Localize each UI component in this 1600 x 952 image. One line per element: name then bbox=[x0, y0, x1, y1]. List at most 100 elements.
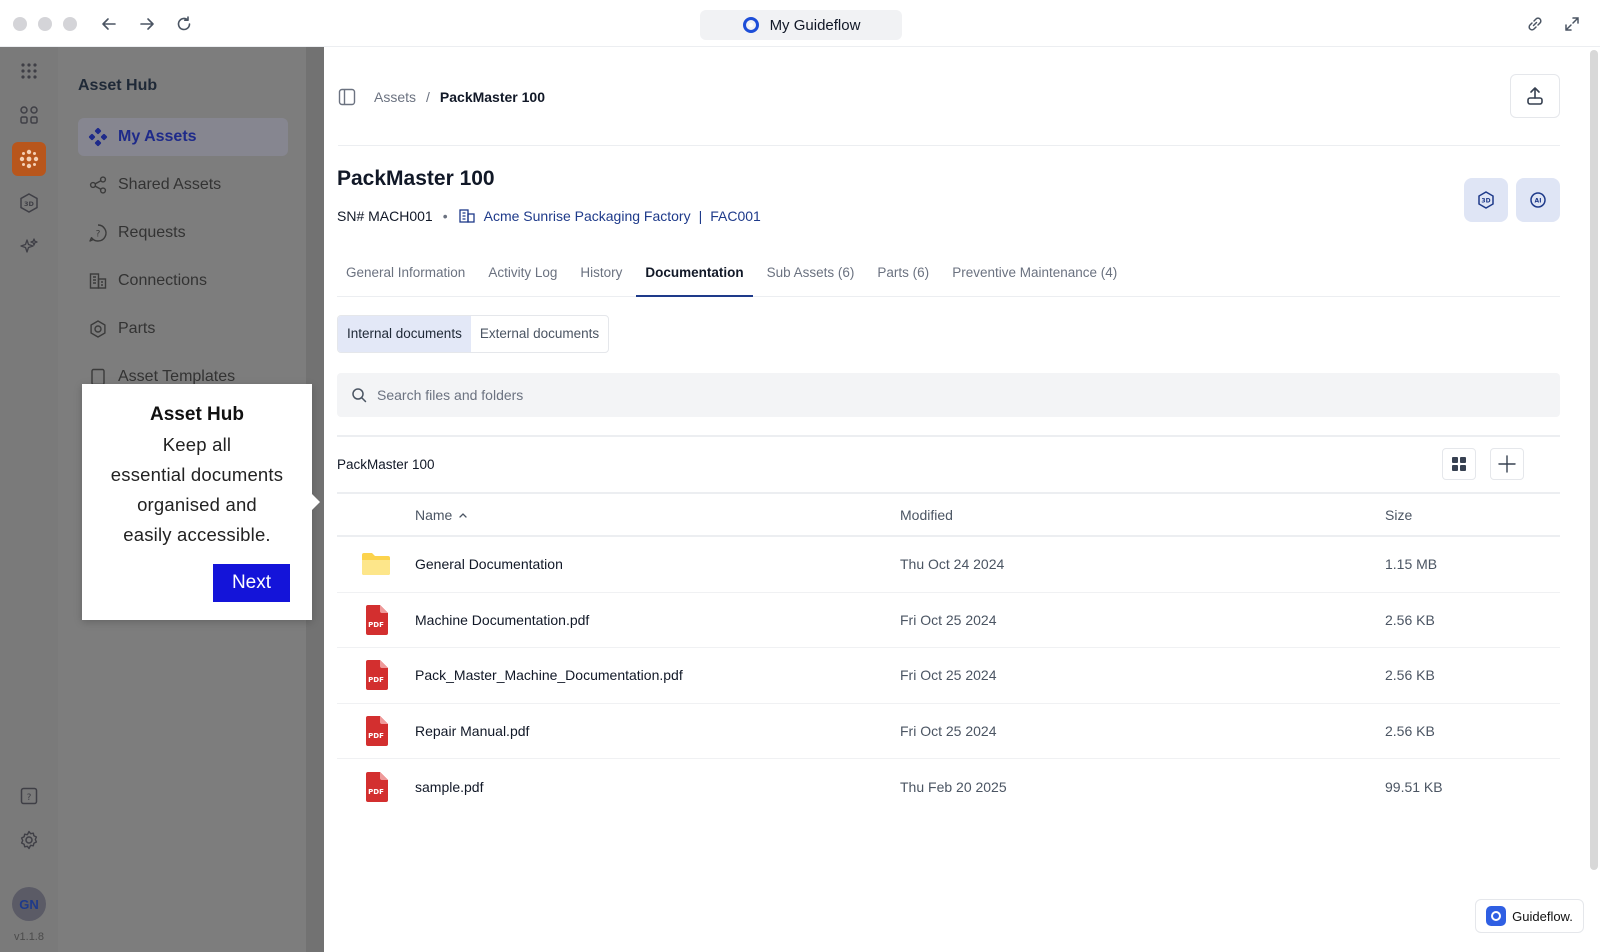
sidebar-item-connections[interactable]: Connections bbox=[78, 262, 288, 300]
tab-sub-assets[interactable]: Sub Assets (6) bbox=[758, 257, 864, 297]
guideflow-badge[interactable]: Guideflow. bbox=[1475, 899, 1584, 933]
svg-text:PDF: PDF bbox=[368, 621, 384, 629]
onboarding-tooltip: Asset Hub Keep all essential documents o… bbox=[82, 384, 320, 620]
tooltip-line: organised and bbox=[137, 494, 257, 515]
external-documents-button[interactable]: External documents bbox=[471, 316, 608, 352]
sidebar-item-my-assets[interactable]: My Assets bbox=[78, 118, 288, 156]
svg-text:PDF: PDF bbox=[368, 732, 384, 740]
file-size: 2.56 KB bbox=[1385, 611, 1435, 628]
address-bar[interactable]: My Guideflow bbox=[700, 10, 902, 40]
tab-activity-log[interactable]: Activity Log bbox=[479, 257, 566, 297]
grid-view-button[interactable] bbox=[1442, 448, 1476, 480]
tab-general-information[interactable]: General Information bbox=[337, 257, 474, 297]
upload-button[interactable] bbox=[1510, 74, 1560, 118]
tab-preventive-maintenance[interactable]: Preventive Maintenance (4) bbox=[943, 257, 1126, 297]
3d-viewer-icon[interactable]: 3D bbox=[12, 186, 46, 220]
table-row[interactable]: General Documentation Thu Oct 24 2024 1.… bbox=[337, 537, 1560, 593]
tooltip-title: Asset Hub bbox=[150, 404, 244, 425]
breadcrumb-assets-link[interactable]: Assets bbox=[374, 89, 416, 105]
name-column-header[interactable]: Name bbox=[415, 507, 900, 523]
toggle-sidebar-icon[interactable] bbox=[338, 88, 356, 106]
modified-column-header[interactable]: Modified bbox=[900, 507, 1385, 523]
current-folder-label: PackMaster 100 bbox=[337, 457, 435, 472]
sidebar-item-label: Connections bbox=[118, 272, 207, 289]
search-bar bbox=[337, 373, 1560, 417]
help-icon[interactable]: ? bbox=[12, 779, 46, 813]
file-modified: Fri Oct 25 2024 bbox=[900, 722, 997, 739]
folder-icon bbox=[362, 553, 390, 576]
guideflow-badge-label: Guideflow. bbox=[1512, 908, 1573, 924]
table-row[interactable]: PDF Pack_Master_Machine_Documentation.pd… bbox=[337, 648, 1560, 704]
next-button[interactable]: Next bbox=[213, 564, 290, 602]
tooltip-line: Keep all bbox=[162, 434, 232, 455]
svg-text:?: ? bbox=[96, 230, 101, 240]
size-column-header[interactable]: Size bbox=[1385, 507, 1560, 523]
search-input[interactable] bbox=[377, 387, 1477, 403]
file-name: Repair Manual.pdf bbox=[415, 722, 530, 739]
sidebar-item-shared-assets[interactable]: Shared Assets bbox=[78, 166, 288, 204]
tooltip-body: Keep all essential documents organised a… bbox=[100, 430, 294, 550]
window-minimize-dot[interactable] bbox=[38, 17, 52, 31]
location-link[interactable]: Acme Sunrise Packaging Factory | FAC001 bbox=[458, 207, 761, 225]
settings-icon[interactable] bbox=[12, 823, 46, 857]
asset-hub-icon[interactable] bbox=[12, 142, 46, 176]
sidebar-item-requests[interactable]: ? Requests bbox=[78, 214, 288, 252]
3d-icon: 3D bbox=[1478, 191, 1494, 209]
asset-tabs: General Information Activity Log History… bbox=[337, 257, 1560, 297]
guideflow-logo-icon bbox=[742, 17, 759, 33]
svg-text:PDF: PDF bbox=[368, 676, 384, 684]
share-icon bbox=[88, 175, 108, 195]
app-window: My Guideflow 3D ? GN v1.1.8 Asset Hub My… bbox=[0, 0, 1600, 952]
building-icon bbox=[88, 271, 108, 291]
sparkles-icon[interactable] bbox=[12, 230, 46, 264]
location-code: FAC001 bbox=[710, 208, 761, 224]
sidebar-item-label: Shared Assets bbox=[118, 176, 222, 193]
apps-grid-icon[interactable] bbox=[12, 54, 46, 88]
document-type-toggle: Internal documents External documents bbox=[337, 315, 610, 353]
reload-icon[interactable] bbox=[172, 12, 196, 36]
expand-icon[interactable] bbox=[1560, 12, 1584, 36]
table-row[interactable]: PDF Machine Documentation.pdf Fri Oct 25… bbox=[337, 593, 1560, 648]
3d-model-button[interactable]: 3D bbox=[1464, 178, 1508, 222]
add-button[interactable] bbox=[1490, 448, 1524, 480]
breadcrumb-separator: / bbox=[426, 89, 430, 105]
file-name: sample.pdf bbox=[415, 778, 484, 795]
breadcrumb-current: PackMaster 100 bbox=[439, 89, 545, 105]
ai-icon: AI bbox=[1530, 192, 1546, 208]
tab-parts[interactable]: Parts (6) bbox=[868, 257, 938, 297]
search-divider bbox=[337, 435, 1560, 437]
window-maximize-dot[interactable] bbox=[63, 17, 77, 31]
file-modified: Fri Oct 25 2024 bbox=[900, 611, 997, 628]
svg-text:3D: 3D bbox=[24, 200, 35, 208]
ai-assistant-button[interactable]: AI bbox=[1516, 178, 1560, 222]
file-size: 1.15 MB bbox=[1385, 556, 1438, 573]
asset-title: PackMaster 100 bbox=[337, 167, 495, 190]
file-modified: Thu Oct 24 2024 bbox=[900, 556, 1005, 573]
building-icon bbox=[458, 209, 475, 223]
file-size: 2.56 KB bbox=[1385, 667, 1435, 684]
table-row[interactable]: PDF sample.pdf Thu Feb 20 2025 99.51 KB bbox=[337, 759, 1560, 815]
name-header-label: Name bbox=[415, 506, 453, 523]
page-scrollbar[interactable] bbox=[1590, 50, 1598, 870]
grid-view-icon bbox=[1452, 457, 1466, 471]
window-close-dot[interactable] bbox=[13, 17, 27, 31]
location-name: Acme Sunrise Packaging Factory bbox=[483, 208, 691, 224]
dashboard-icon[interactable] bbox=[12, 98, 46, 132]
link-icon[interactable] bbox=[1523, 12, 1547, 36]
svg-text:AI: AI bbox=[1535, 198, 1542, 205]
tooltip-line: essential documents bbox=[110, 464, 284, 485]
table-row[interactable]: PDF Repair Manual.pdf Fri Oct 25 2024 2.… bbox=[337, 704, 1560, 759]
forward-icon[interactable] bbox=[135, 12, 159, 36]
tab-history[interactable]: History bbox=[571, 257, 631, 297]
back-icon[interactable] bbox=[97, 12, 121, 36]
sidebar-title: Asset Hub bbox=[78, 77, 158, 94]
plus-icon bbox=[1498, 455, 1516, 473]
sort-ascending-icon bbox=[459, 512, 468, 518]
sidebar-item-parts[interactable]: Parts bbox=[78, 310, 288, 348]
internal-documents-button[interactable]: Internal documents bbox=[338, 316, 471, 352]
user-avatar[interactable]: GN bbox=[12, 887, 46, 921]
tab-documentation[interactable]: Documentation bbox=[636, 257, 753, 297]
sidebar-item-label: My Assets bbox=[118, 128, 197, 145]
file-name: General Documentation bbox=[415, 556, 563, 573]
page-title: My Guideflow bbox=[769, 16, 861, 34]
